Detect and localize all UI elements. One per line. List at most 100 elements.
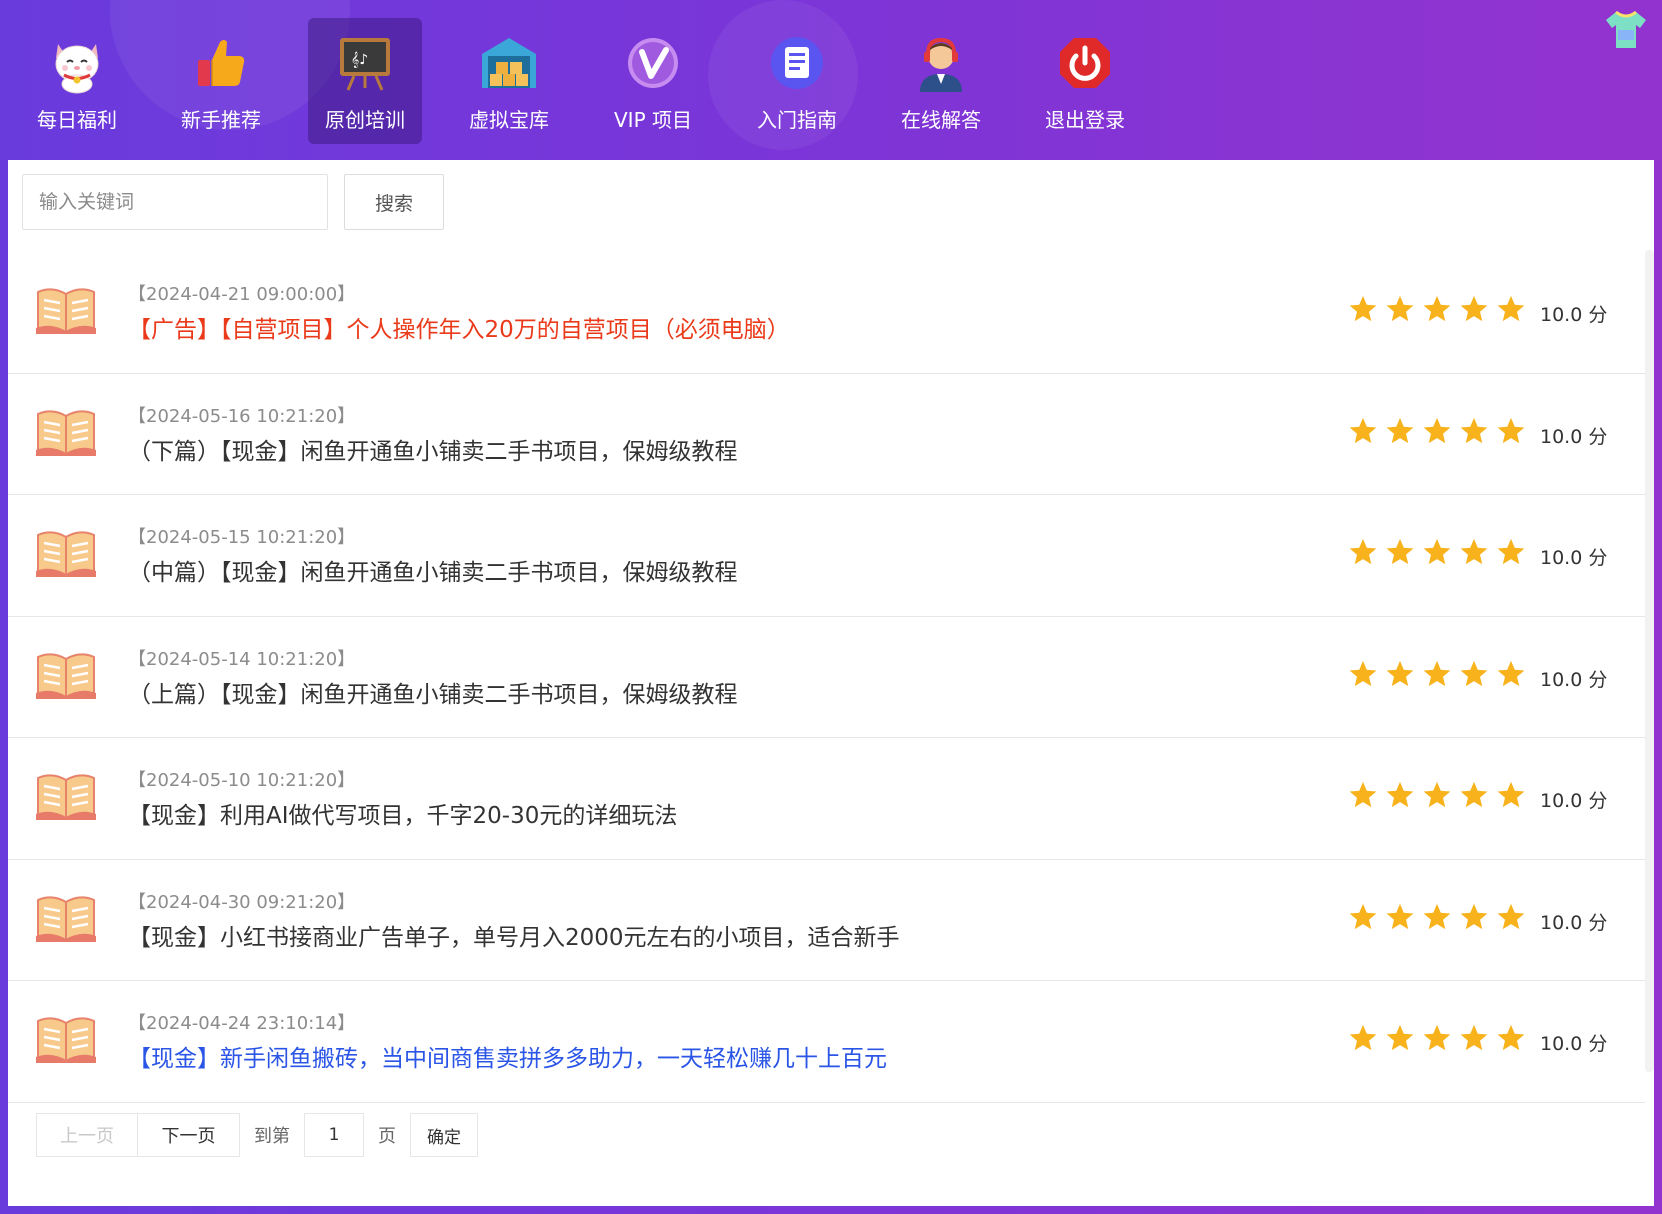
rating-stars <box>1348 1023 1533 1053</box>
star-icon <box>1386 538 1414 565</box>
article-date: 【2024-05-14 10:21:20】 <box>128 648 356 670</box>
nav-item-virtual-treasury[interactable]: 虚拟宝库 <box>452 18 566 144</box>
star-icon <box>1497 1024 1525 1051</box>
nav-item-online-answers[interactable]: 在线解答 <box>884 18 998 144</box>
nav-label: 虚拟宝库 <box>469 108 549 132</box>
article-score: 10.0 分 <box>1540 911 1608 934</box>
star-icon <box>1497 417 1525 443</box>
article-date: 【2024-04-24 23:10:14】 <box>128 1013 356 1034</box>
nav-item-daily-welfare[interactable]: 每日福利 <box>20 18 134 144</box>
book-icon <box>36 774 96 820</box>
star-icon <box>1349 1024 1377 1051</box>
nav-label: VIP 项目 <box>614 108 692 132</box>
star-icon <box>1423 295 1451 322</box>
book-icon <box>36 288 96 334</box>
article-score: 10.0 分 <box>1540 668 1608 691</box>
star-icon <box>1497 781 1525 808</box>
rating-stars <box>1348 537 1533 567</box>
article-title[interactable]: 【现金】小红书接商业广告单子，单号月入2000元左右的小项目，适合新手 <box>128 918 900 952</box>
star-icon <box>1349 903 1377 929</box>
article-row[interactable]: 【2024-04-21 09:00:00】 【广告】【自营项目】个人操作年入20万… <box>8 252 1645 374</box>
star-icon <box>1423 660 1451 686</box>
nav-item-vip-project[interactable]: VIP 项目 <box>596 18 710 144</box>
book-icon <box>36 409 96 456</box>
book-icon <box>36 652 96 699</box>
customer-service-icon <box>920 37 962 92</box>
star-icon <box>1386 781 1414 808</box>
article-row[interactable]: 【2024-04-30 09:21:20】【现金】小红书接商业广告单子，单号月入… <box>8 860 1645 981</box>
star-icon <box>1386 1024 1414 1051</box>
star-icon <box>1349 781 1377 808</box>
article-date: 【2024-04-30 09:21:20】 <box>128 891 356 913</box>
article-title[interactable]: （中篇）【现金】闲鱼开通鱼小铺卖二手书项目，保姆级教程 <box>128 553 738 587</box>
article-score: 10.0 分 <box>1540 425 1608 448</box>
star-icon <box>1497 903 1525 929</box>
scrollbar[interactable] <box>1645 250 1654 1072</box>
nav-label: 入门指南 <box>757 108 837 132</box>
warehouse-icon <box>482 38 536 88</box>
vip-icon <box>628 38 678 88</box>
star-icon <box>1497 538 1525 565</box>
confirm-page-button[interactable]: 确定 <box>410 1113 478 1157</box>
book-icon <box>36 531 96 577</box>
star-icon <box>1460 417 1488 443</box>
article-title[interactable]: （上篇）【现金】闲鱼开通鱼小铺卖二手书项目，保姆级教程 <box>128 675 738 709</box>
article-row[interactable]: 【2024-05-10 10:21:20】【现金】利用AI做代写项目，千字20-… <box>8 738 1645 860</box>
nav-item-getting-started[interactable]: 入门指南 <box>740 18 854 144</box>
article-score: 10.0 分 <box>1540 547 1608 569</box>
article-list: 【2024-04-21 09:00:00】 【广告】【自营项目】个人操作年入20万… <box>8 252 1645 1103</box>
article-row[interactable]: 【2024-05-14 10:21:20】 （上篇）【现金】闲鱼开通鱼小铺卖二手书… <box>8 617 1645 738</box>
article-row[interactable]: 【2024-05-16 10:21:20】 （下篇）【现金】闲鱼开通鱼小铺卖二手书… <box>8 374 1645 495</box>
prev-page-button[interactable]: 上一页 <box>36 1113 138 1157</box>
star-icon <box>1423 903 1451 929</box>
search-input[interactable] <box>22 174 328 230</box>
star-icon <box>1349 538 1377 565</box>
nav-label: 每日福利 <box>37 108 117 132</box>
star-icon <box>1497 660 1525 686</box>
page-number-input[interactable] <box>304 1113 364 1157</box>
star-icon <box>1460 660 1488 686</box>
star-icon <box>1460 1024 1488 1051</box>
star-icon <box>1386 417 1414 443</box>
pagination: 上一页 下一页 到第 页 确定 <box>36 1113 478 1157</box>
search-bar: 搜索 <box>22 174 444 230</box>
star-icon <box>1460 538 1488 565</box>
rating-stars <box>1348 294 1533 324</box>
skin-theme-icon[interactable] <box>1604 10 1648 50</box>
article-date: 【2024-05-15 10:21:20】 <box>128 527 356 548</box>
rating-stars <box>1348 780 1533 810</box>
star-icon <box>1349 417 1377 443</box>
lucky-cat-icon <box>55 44 99 94</box>
star-icon <box>1423 538 1451 565</box>
star-icon <box>1386 660 1414 686</box>
nav-item-logout[interactable]: 退出登录 <box>1028 18 1142 144</box>
star-icon <box>1423 1024 1451 1051</box>
article-title[interactable]: 【广告】【自营项目】个人操作年入20万的自营项目（必须电脑） <box>128 310 790 344</box>
nav-item-original-training[interactable]: 𝄞♪ 原创培训 <box>308 18 422 144</box>
nav-label: 退出登录 <box>1045 108 1125 132</box>
power-icon <box>1060 38 1110 88</box>
nav-label: 原创培训 <box>325 108 405 132</box>
article-row[interactable]: 【2024-05-15 10:21:20】 （中篇）【现金】闲鱼开通鱼小铺卖二手书… <box>8 495 1645 617</box>
top-navigation: 每日福利 新手推荐 𝄞♪ 原创培训 虚拟宝库 VIP 项目 入门指南 在线解答 … <box>20 18 1172 146</box>
article-title[interactable]: 【现金】利用AI做代写项目，千字20-30元的详细玩法 <box>128 796 677 830</box>
star-icon <box>1423 781 1451 808</box>
nav-label: 新手推荐 <box>181 108 261 132</box>
article-row[interactable]: 【2024-04-24 23:10:14】【现金】新手闲鱼搬砖，当中间商售卖拼多… <box>8 981 1645 1103</box>
article-title[interactable]: 【现金】新手闲鱼搬砖，当中间商售卖拼多多助力，一天轻松赚几十上百元 <box>128 1039 887 1073</box>
rating-stars <box>1348 902 1533 932</box>
next-page-button[interactable]: 下一页 <box>138 1113 240 1157</box>
goto-suffix: 页 <box>378 1126 396 1147</box>
star-icon <box>1460 781 1488 808</box>
search-button[interactable]: 搜索 <box>344 174 444 230</box>
rating-stars <box>1348 659 1533 689</box>
nav-item-newbie-recommend[interactable]: 新手推荐 <box>164 18 278 144</box>
article-date: 【2024-05-10 10:21:20】 <box>128 770 356 791</box>
article-title[interactable]: （下篇）【现金】闲鱼开通鱼小铺卖二手书项目，保姆级教程 <box>128 432 738 466</box>
star-icon <box>1423 417 1451 443</box>
star-icon <box>1460 295 1488 322</box>
blackboard-icon: 𝄞♪ <box>340 38 390 91</box>
article-score: 10.0 分 <box>1540 790 1608 812</box>
star-icon <box>1460 903 1488 929</box>
article-date: 【2024-05-16 10:21:20】 <box>128 405 356 427</box>
